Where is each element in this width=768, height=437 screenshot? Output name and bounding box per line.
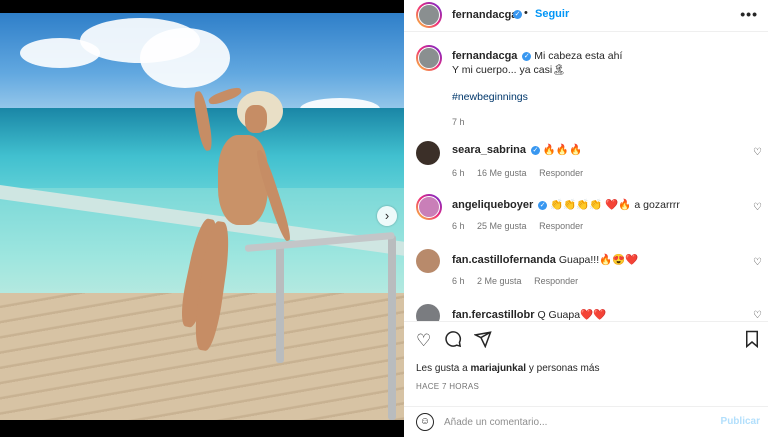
avatar[interactable]: [416, 2, 442, 28]
avatar[interactable]: [416, 141, 440, 165]
heart-icon[interactable]: ♡: [753, 147, 762, 158]
post-actions: ♡ Les gusta a mariajunkal y personas más…: [404, 321, 768, 406]
caption-line-1: Mi cabeza esta ahí: [534, 50, 623, 62]
chevron-right-icon: ›: [384, 208, 390, 223]
caption-line-2: Y mi cuerpo... ya casi🏝: [452, 64, 566, 76]
comment-icon[interactable]: [444, 330, 462, 353]
comment-username[interactable]: seara_sabrina: [452, 144, 526, 156]
add-comment-bar: ☺ Publicar: [404, 406, 768, 437]
comment-text: Q Guapa❤️❤️: [537, 309, 607, 321]
share-icon[interactable]: [473, 330, 492, 353]
comment-item: angeliqueboyer ✓ 👏👏👏👏 ❤️🔥 a gozarrrr 6 h…: [404, 191, 768, 241]
comment-time: 6 h: [452, 168, 465, 178]
avatar[interactable]: [416, 304, 440, 321]
comment-time: 6 h: [452, 276, 465, 286]
bookmark-icon[interactable]: [744, 330, 760, 353]
avatar[interactable]: [416, 249, 440, 273]
reply-button[interactable]: Responder: [539, 168, 583, 178]
avatar[interactable]: [416, 194, 442, 220]
heart-icon[interactable]: ♡: [753, 257, 762, 268]
heart-icon[interactable]: ♡: [753, 202, 762, 213]
comment-item: fan.fercastillobr Q Guapa❤️❤️ ♡: [404, 301, 768, 321]
comment-likes[interactable]: 16 Me gusta: [477, 168, 527, 178]
comment-likes[interactable]: 2 Me gusta: [477, 276, 522, 286]
comment-text: Guapa!!!🔥😍❤️: [558, 254, 639, 266]
likes-summary[interactable]: Les gusta a mariajunkal y personas más: [416, 363, 599, 374]
caption: fernandacga ✓ Mi cabeza esta ahí Y mi cu…: [452, 49, 752, 127]
comment-text: 🔥🔥🔥: [542, 144, 583, 156]
likes-user[interactable]: mariajunkal: [470, 363, 526, 374]
post-panel: fernandacga ✓ • Seguir ••• fernandacga ✓…: [404, 0, 768, 437]
heart-icon[interactable]: ♡: [416, 331, 431, 351]
separator: •: [524, 7, 528, 19]
emoji-icon[interactable]: ☺: [416, 413, 434, 431]
comment-time: 6 h: [452, 221, 465, 231]
comment-item: seara_sabrina ✓ 🔥🔥🔥 6 h 16 Me gusta Resp…: [404, 136, 768, 186]
avatar[interactable]: [416, 45, 442, 71]
comment-username[interactable]: fan.castillofernanda: [452, 254, 556, 266]
publish-button[interactable]: Publicar: [721, 416, 760, 427]
comment-username[interactable]: fan.fercastillobr: [452, 309, 535, 321]
comment-text: 👏👏👏👏 ❤️🔥 a gozarrrr: [550, 199, 680, 211]
verified-icon: ✓: [538, 200, 548, 210]
caption-time: 7 h: [452, 117, 465, 127]
verified-icon: ✓: [530, 145, 540, 155]
verified-icon: ✓: [513, 10, 522, 19]
comment-input[interactable]: [444, 413, 704, 431]
more-options-button[interactable]: •••: [740, 6, 758, 22]
post-username[interactable]: fernandacga: [452, 9, 517, 21]
verified-icon: ✓: [522, 51, 532, 61]
comment-item: fan.castillofernanda Guapa!!!🔥😍❤️ 6 h 2 …: [404, 246, 768, 296]
post-media: ›: [0, 0, 404, 437]
comments-list[interactable]: fernandacga ✓ Mi cabeza esta ahí Y mi cu…: [404, 33, 768, 321]
post-header: fernandacga ✓ • Seguir •••: [404, 0, 768, 32]
post-photo[interactable]: [0, 13, 404, 420]
follow-button[interactable]: Seguir: [535, 8, 569, 20]
comment-likes[interactable]: 25 Me gusta: [477, 221, 527, 231]
caption-username[interactable]: fernandacga: [452, 50, 517, 62]
heart-icon[interactable]: ♡: [753, 310, 762, 321]
reply-button[interactable]: Responder: [534, 276, 578, 286]
next-photo-button[interactable]: ›: [377, 206, 397, 226]
post-time: HACE 7 HORAS: [416, 382, 480, 391]
hashtag-link[interactable]: #newbeginnings: [452, 91, 752, 103]
reply-button[interactable]: Responder: [539, 221, 583, 231]
comment-username[interactable]: angeliqueboyer: [452, 199, 533, 211]
